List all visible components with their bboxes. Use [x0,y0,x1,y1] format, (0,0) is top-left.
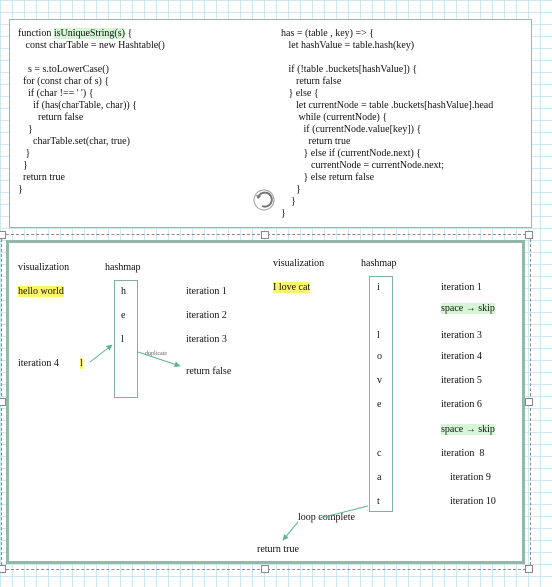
arrow-duplicate-to-return-false [137,351,181,368]
arrow-to-return-true [282,521,299,541]
arrow-loop-complete-to-return-true [319,505,369,519]
arrow-iteration4-to-l [89,344,113,363]
arrows-layer [89,344,369,541]
